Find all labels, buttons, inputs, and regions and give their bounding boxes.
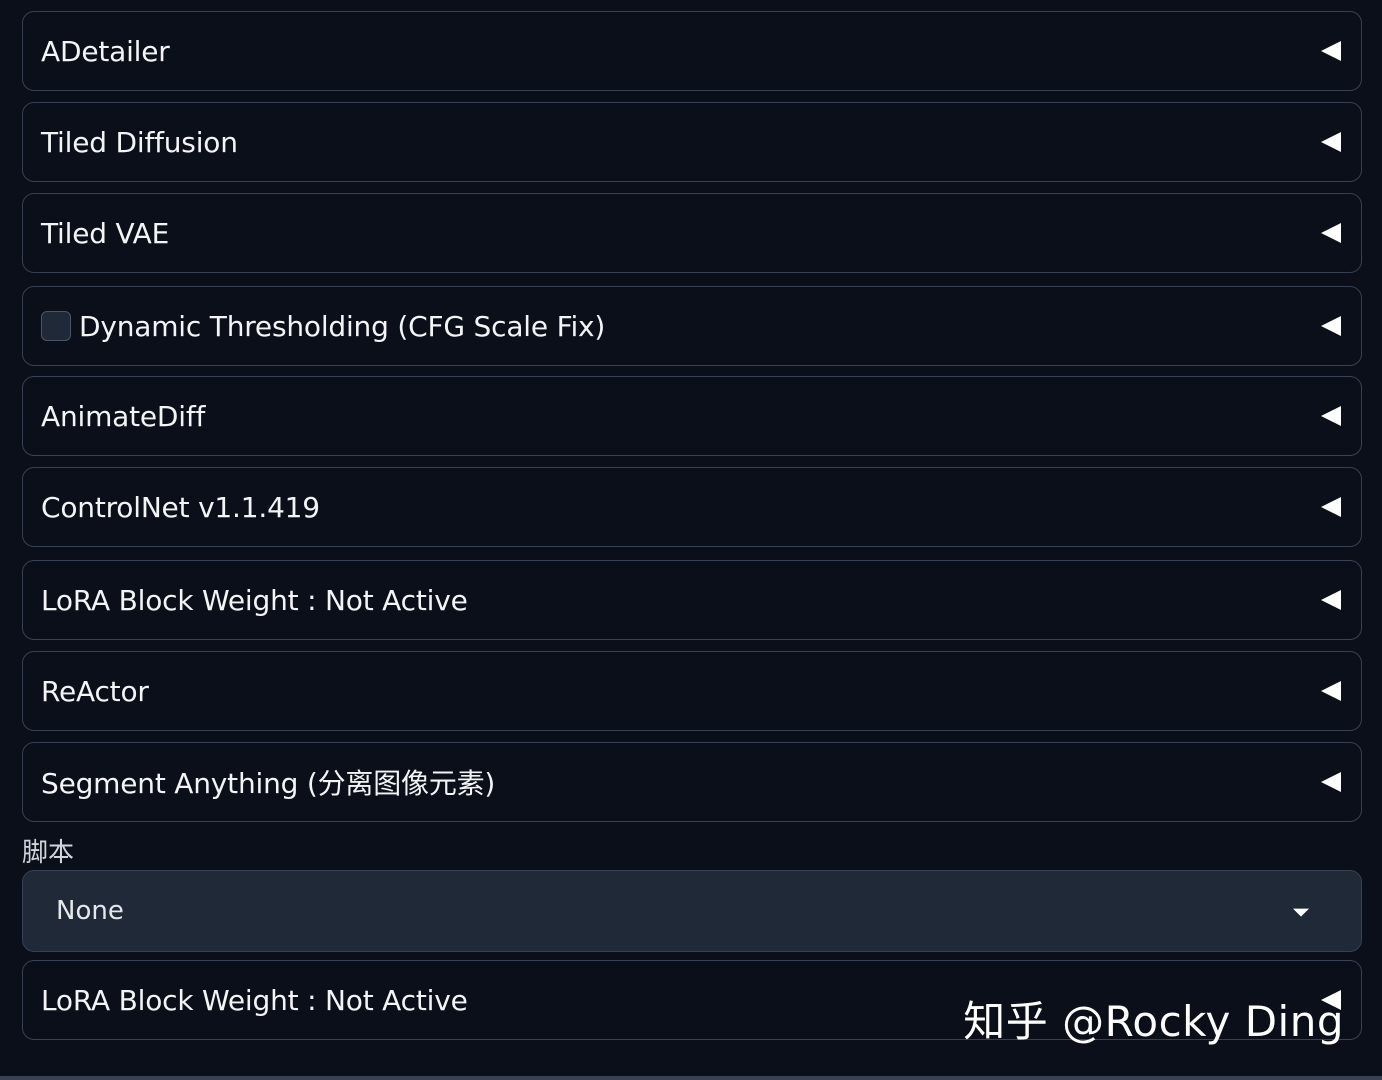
collapse-caret-icon[interactable] — [1321, 223, 1341, 243]
script-label: 脚本 — [22, 838, 75, 868]
bottom-divider — [0, 1076, 1382, 1080]
accordion-label: Dynamic Thresholding (CFG Scale Fix) — [79, 309, 606, 343]
enable-checkbox[interactable] — [41, 311, 71, 341]
collapse-caret-icon[interactable] — [1321, 681, 1341, 701]
extensions-panel: ADetailer Tiled Diffusion Tiled VAE Dyna… — [0, 0, 1382, 1080]
collapse-caret-icon[interactable] — [1321, 590, 1341, 610]
accordion-lora-block-weight[interactable]: LoRA Block Weight : Not Active — [22, 560, 1362, 640]
accordion-label: Tiled Diffusion — [41, 125, 238, 159]
accordion-tiled-diffusion[interactable]: Tiled Diffusion — [22, 102, 1362, 182]
accordion-label: Segment Anything (分离图像元素) — [41, 767, 496, 800]
accordion-label: AnimateDiff — [41, 399, 206, 433]
accordion-label: ADetailer — [41, 34, 170, 68]
accordion-animatediff[interactable]: AnimateDiff — [22, 376, 1362, 456]
collapse-caret-icon[interactable] — [1321, 316, 1341, 336]
accordion-label: ReActor — [41, 674, 149, 708]
accordion-reactor[interactable]: ReActor — [22, 651, 1362, 731]
collapse-caret-icon[interactable] — [1321, 132, 1341, 152]
collapse-caret-icon[interactable] — [1321, 41, 1341, 61]
accordion-label: Tiled VAE — [41, 216, 170, 250]
watermark: 知乎 @Rocky Ding — [963, 997, 1344, 1046]
collapse-caret-icon[interactable] — [1321, 772, 1341, 792]
accordion-segment-anything[interactable]: Segment Anything (分离图像元素) — [22, 742, 1362, 822]
accordion-controlnet[interactable]: ControlNet v1.1.419 — [22, 467, 1362, 547]
accordion-label: LoRA Block Weight : Not Active — [41, 583, 468, 617]
accordion-label: ControlNet v1.1.419 — [41, 490, 320, 524]
accordion-label: LoRA Block Weight : Not Active — [41, 983, 468, 1017]
accordion-tiled-vae[interactable]: Tiled VAE — [22, 193, 1362, 273]
script-dropdown[interactable]: None — [22, 870, 1362, 952]
accordion-dynamic-thresholding[interactable]: Dynamic Thresholding (CFG Scale Fix) — [22, 286, 1362, 366]
accordion-adetailer[interactable]: ADetailer — [22, 11, 1362, 91]
script-selected-value: None — [56, 896, 124, 926]
collapse-caret-icon[interactable] — [1321, 497, 1341, 517]
dropdown-arrow-icon[interactable] — [1293, 908, 1309, 917]
collapse-caret-icon[interactable] — [1321, 406, 1341, 426]
